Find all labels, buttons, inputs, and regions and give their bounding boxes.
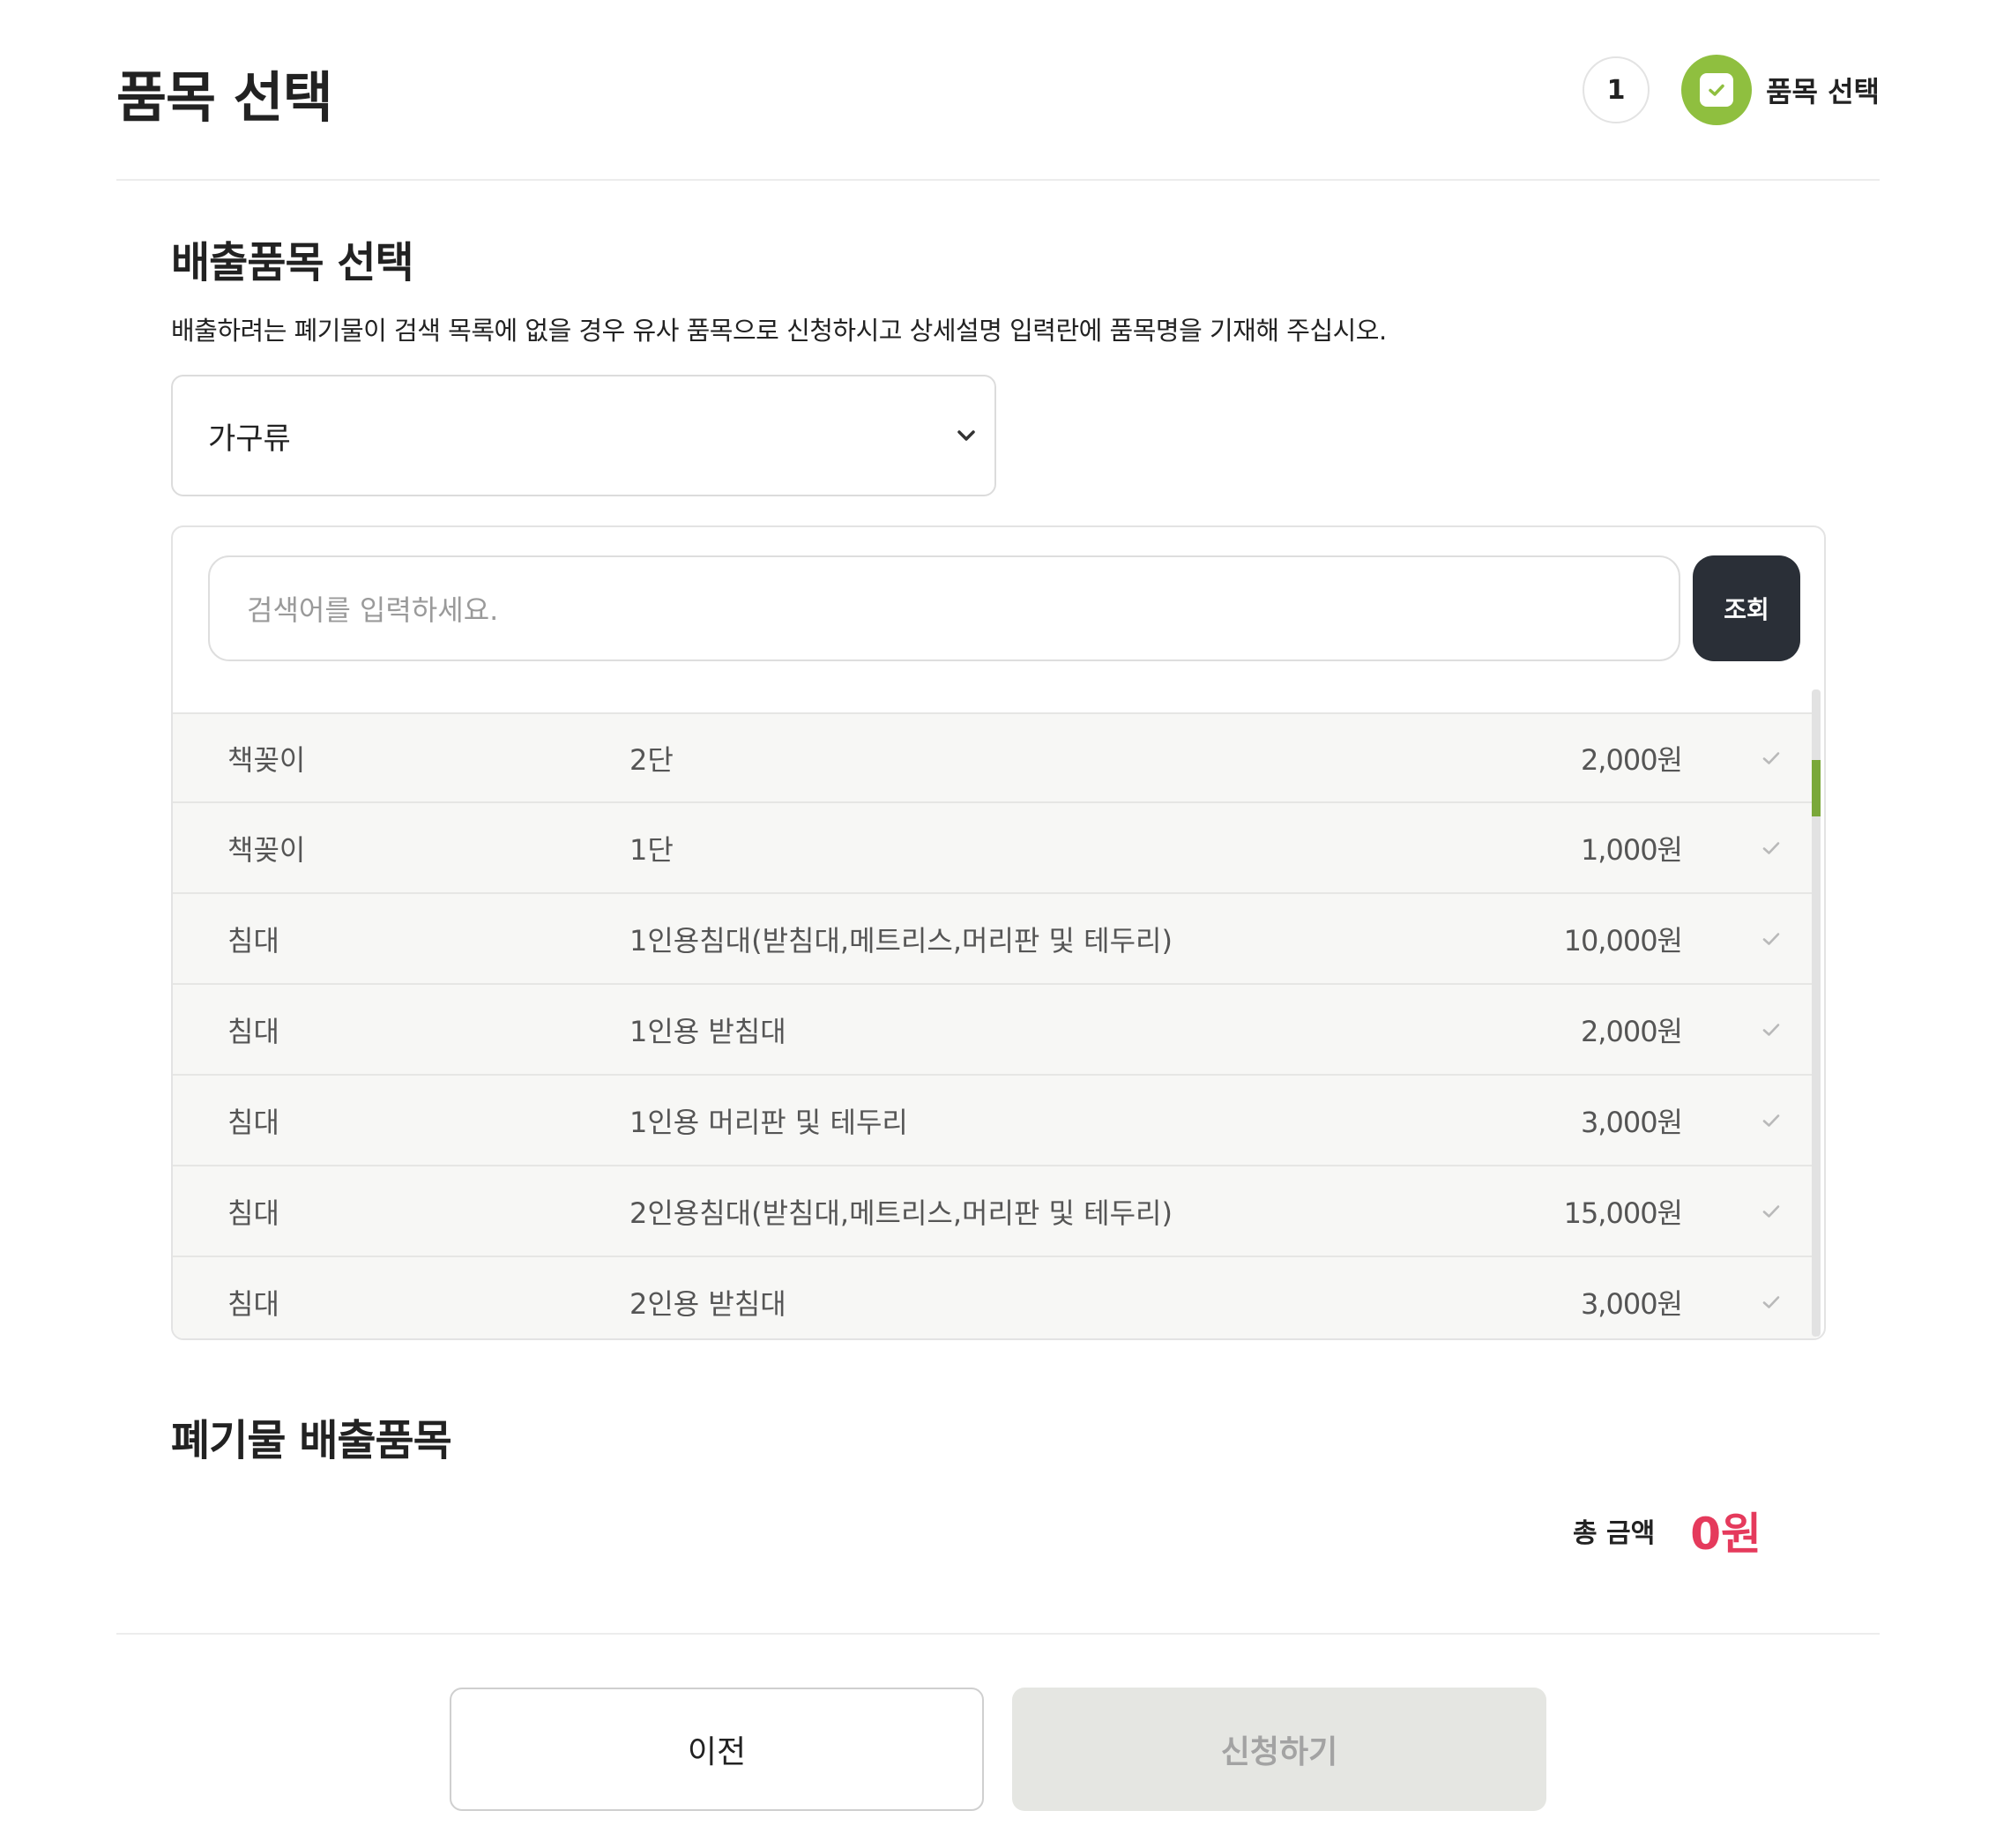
item-category: 책꽂이 (227, 742, 306, 777)
item-category: 침대 (227, 1014, 279, 1048)
category-select[interactable]: 가구류 (171, 375, 996, 496)
checkmark-icon[interactable] (1760, 928, 1783, 950)
item-name: 1인용 머리판 및 테두리 (629, 1105, 908, 1139)
item-name: 1단 (629, 832, 674, 867)
item-category: 침대 (227, 923, 279, 958)
step-indicator: 1 품목 선택 (1583, 55, 1880, 125)
item-category: 침대 (227, 1196, 279, 1230)
search-input[interactable]: 검색어를 입력하세요. (208, 555, 1680, 661)
item-row[interactable]: 책꽂이 1단 1,000원 (173, 803, 1816, 894)
item-price: 15,000원 (1563, 1196, 1683, 1230)
scrollbar[interactable] (1812, 689, 1821, 1337)
prev-button[interactable]: 이전 (450, 1688, 984, 1811)
item-price: 10,000원 (1563, 923, 1683, 958)
step-label: 품목 선택 (1766, 75, 1880, 108)
item-row[interactable]: 침대 2인용침대(받침대,메트리스,머리판 및 테두리) 15,000원 (173, 1166, 1816, 1257)
apply-button[interactable]: 신청하기 (1012, 1688, 1546, 1811)
checkmark-icon[interactable] (1760, 1200, 1783, 1223)
total-label: 총 금액 (1572, 1518, 1656, 1549)
checkmark-icon[interactable] (1760, 837, 1783, 860)
item-row[interactable]: 침대 1인용침대(받침대,메트리스,머리판 및 테두리) 10,000원 (173, 894, 1816, 985)
category-select-value: 가구류 (208, 421, 291, 457)
item-category: 침대 (227, 1105, 279, 1139)
item-row[interactable]: 책꽂이 2단 2,000원 (173, 712, 1816, 803)
item-price: 3,000원 (1580, 1105, 1683, 1139)
item-name: 1인용 받침대 (629, 1014, 786, 1048)
step-1-badge: 1 (1583, 56, 1650, 123)
footer-divider (116, 1633, 1880, 1635)
total-value: 0원 (1690, 1509, 1761, 1560)
item-price: 3,000원 (1580, 1286, 1683, 1321)
checkmark-icon[interactable] (1760, 1291, 1783, 1314)
item-name: 1인용침대(받침대,메트리스,머리판 및 테두리) (629, 923, 1173, 958)
item-category: 책꽂이 (227, 832, 306, 867)
checkmark-icon[interactable] (1760, 747, 1783, 770)
item-list-panel: 검색어를 입력하세요. 조회 책꽂이 2단 2,000원 책꽂이 1단 1,000원 침대 1… (171, 525, 1826, 1340)
scrollbar-thumb[interactable] (1812, 760, 1821, 816)
section-description: 배출하려는 폐기물이 검색 목록에 없을 경우 유사 품목으로 신청하시고 상세… (171, 316, 1387, 346)
search-button[interactable]: 조회 (1693, 555, 1800, 661)
chevron-down-icon (954, 423, 979, 448)
item-row[interactable]: 침대 2인용 받침대 3,000원 (173, 1257, 1816, 1338)
item-name: 2단 (629, 742, 674, 777)
item-category: 침대 (227, 1286, 279, 1321)
checkmark-icon[interactable] (1760, 1109, 1783, 1132)
step-2-badge (1681, 55, 1753, 125)
checkmark-icon[interactable] (1760, 1018, 1783, 1041)
check-icon (1700, 73, 1734, 107)
item-price: 1,000원 (1580, 832, 1683, 867)
total-amount: 총 금액 0원 (1573, 1499, 1761, 1562)
item-row[interactable]: 침대 1인용 받침대 2,000원 (173, 985, 1816, 1076)
item-price: 2,000원 (1580, 1014, 1683, 1048)
item-list: 책꽂이 2단 2,000원 책꽂이 1단 1,000원 침대 1인용침대(받침대,메트리스,머… (173, 712, 1816, 1338)
item-name: 2인용 받침대 (629, 1286, 786, 1321)
item-name: 2인용침대(받침대,메트리스,머리판 및 테두리) (629, 1196, 1173, 1230)
section-title-select: 배출품목 선택 (171, 238, 414, 287)
item-price: 2,000원 (1580, 742, 1683, 777)
item-row[interactable]: 침대 1인용 머리판 및 테두리 3,000원 (173, 1076, 1816, 1166)
page-header: 품목 선택 1 품목 선택 (116, 49, 1880, 155)
search-placeholder: 검색어를 입력하세요. (247, 593, 499, 627)
header-divider (116, 179, 1880, 181)
section-title-items: 폐기물 배출품목 (171, 1416, 452, 1465)
page-title: 품목 선택 (116, 65, 333, 130)
